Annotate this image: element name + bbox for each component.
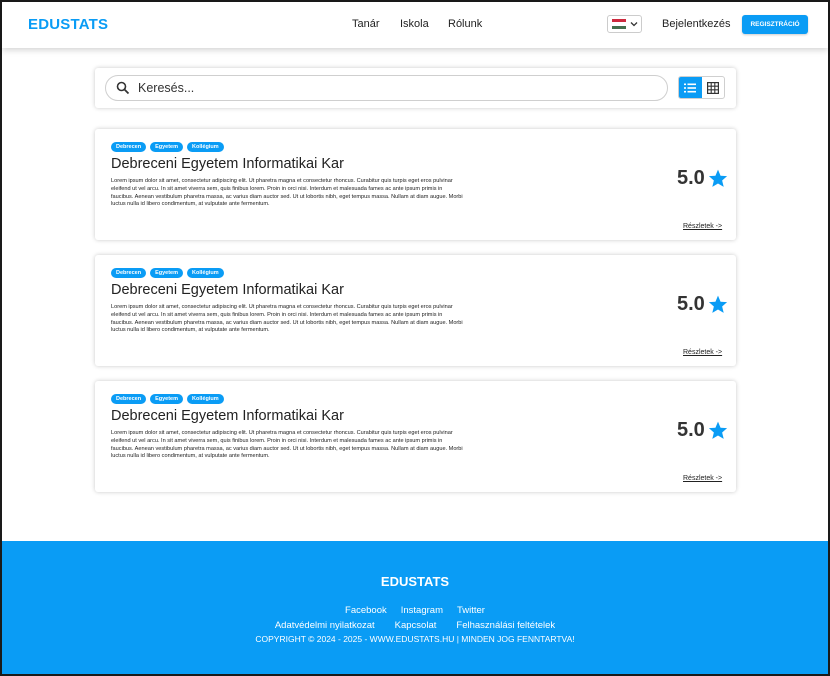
footer-link-twitter[interactable]: Twitter [457, 605, 485, 616]
school-card[interactable]: Debrecen Egyetem Kollégium Debreceni Egy… [95, 129, 736, 240]
search-input[interactable] [138, 81, 638, 95]
grid-view-icon [706, 81, 719, 94]
tag-badge[interactable]: Debrecen [111, 142, 147, 152]
tag-list: Debrecen Egyetem Kollégium [111, 268, 224, 278]
top-navbar: EDUSTATS Tanár Iskola Rólunk Bejelentkez… [2, 2, 828, 48]
tag-list: Debrecen Egyetem Kollégium [111, 394, 224, 404]
tag-badge[interactable]: Kollégium [187, 268, 224, 278]
details-link[interactable]: Részletek -> [683, 475, 722, 482]
footer-link-privacy[interactable]: Adatvédelmi nyilatkozat [275, 620, 375, 631]
card-title: Debreceni Egyetem Informatikai Kar [111, 408, 344, 424]
star-icon [708, 295, 727, 313]
tag-list: Debrecen Egyetem Kollégium [111, 142, 224, 152]
list-view-button[interactable] [679, 77, 702, 98]
card-description: Lorem ipsum dolor sit amet, consectetur … [111, 430, 463, 460]
rating: 5.0 [677, 167, 728, 190]
search-field-wrapper[interactable] [105, 75, 668, 101]
tag-badge[interactable]: Debrecen [111, 394, 147, 404]
tag-badge[interactable]: Kollégium [187, 142, 224, 152]
footer-social-links: Facebook Instagram Twitter [2, 605, 828, 616]
login-link[interactable]: Bejelentkezés [662, 18, 731, 30]
school-card[interactable]: Debrecen Egyetem Kollégium Debreceni Egy… [95, 381, 736, 492]
rating-value: 5.0 [677, 167, 705, 189]
details-link[interactable]: Részletek -> [683, 223, 722, 230]
rating-value: 5.0 [677, 419, 705, 441]
star-icon [708, 169, 727, 187]
tag-badge[interactable]: Debrecen [111, 268, 147, 278]
footer-link-terms[interactable]: Felhasználási feltételek [456, 620, 555, 631]
hungary-flag-icon [612, 19, 626, 29]
tag-badge[interactable]: Egyetem [150, 268, 184, 278]
language-selector[interactable] [607, 15, 642, 33]
rating-value: 5.0 [677, 293, 705, 315]
footer-link-contact[interactable]: Kapcsolat [395, 620, 437, 631]
search-panel [95, 68, 736, 108]
card-description: Lorem ipsum dolor sit amet, consectetur … [111, 178, 463, 208]
register-button[interactable]: REGISZTRÁCIÓ [742, 15, 808, 34]
rating: 5.0 [677, 419, 728, 442]
view-toggle [678, 76, 725, 99]
footer-link-facebook[interactable]: Facebook [345, 605, 387, 616]
tag-badge[interactable]: Kollégium [187, 394, 224, 404]
nav-link-tanar[interactable]: Tanár [352, 18, 380, 30]
footer-legal-links: Adatvédelmi nyilatkozat Kapcsolat Felhas… [2, 620, 828, 631]
card-title: Debreceni Egyetem Informatikai Kar [111, 282, 344, 298]
grid-view-button[interactable] [702, 77, 725, 98]
nav-link-rolunk[interactable]: Rólunk [448, 18, 482, 30]
school-card[interactable]: Debrecen Egyetem Kollégium Debreceni Egy… [95, 255, 736, 366]
rating: 5.0 [677, 293, 728, 316]
details-link[interactable]: Részletek -> [683, 349, 722, 356]
search-icon [116, 81, 130, 95]
chevron-down-icon [630, 22, 638, 27]
footer: EDUSTATS Facebook Instagram Twitter Adat… [2, 541, 828, 674]
tag-badge[interactable]: Egyetem [150, 394, 184, 404]
nav-link-iskola[interactable]: Iskola [400, 18, 429, 30]
list-view-icon [684, 83, 697, 92]
card-description: Lorem ipsum dolor sit amet, consectetur … [111, 304, 463, 334]
footer-link-instagram[interactable]: Instagram [401, 605, 443, 616]
footer-logo: EDUSTATS [380, 574, 450, 589]
card-title: Debreceni Egyetem Informatikai Kar [111, 156, 344, 172]
site-logo[interactable]: EDUSTATS [28, 16, 108, 33]
tag-badge[interactable]: Egyetem [150, 142, 184, 152]
star-icon [708, 421, 727, 439]
copyright-text: COPYRIGHT © 2024 - 2025 - WWW.EDUSTATS.H… [255, 634, 575, 644]
